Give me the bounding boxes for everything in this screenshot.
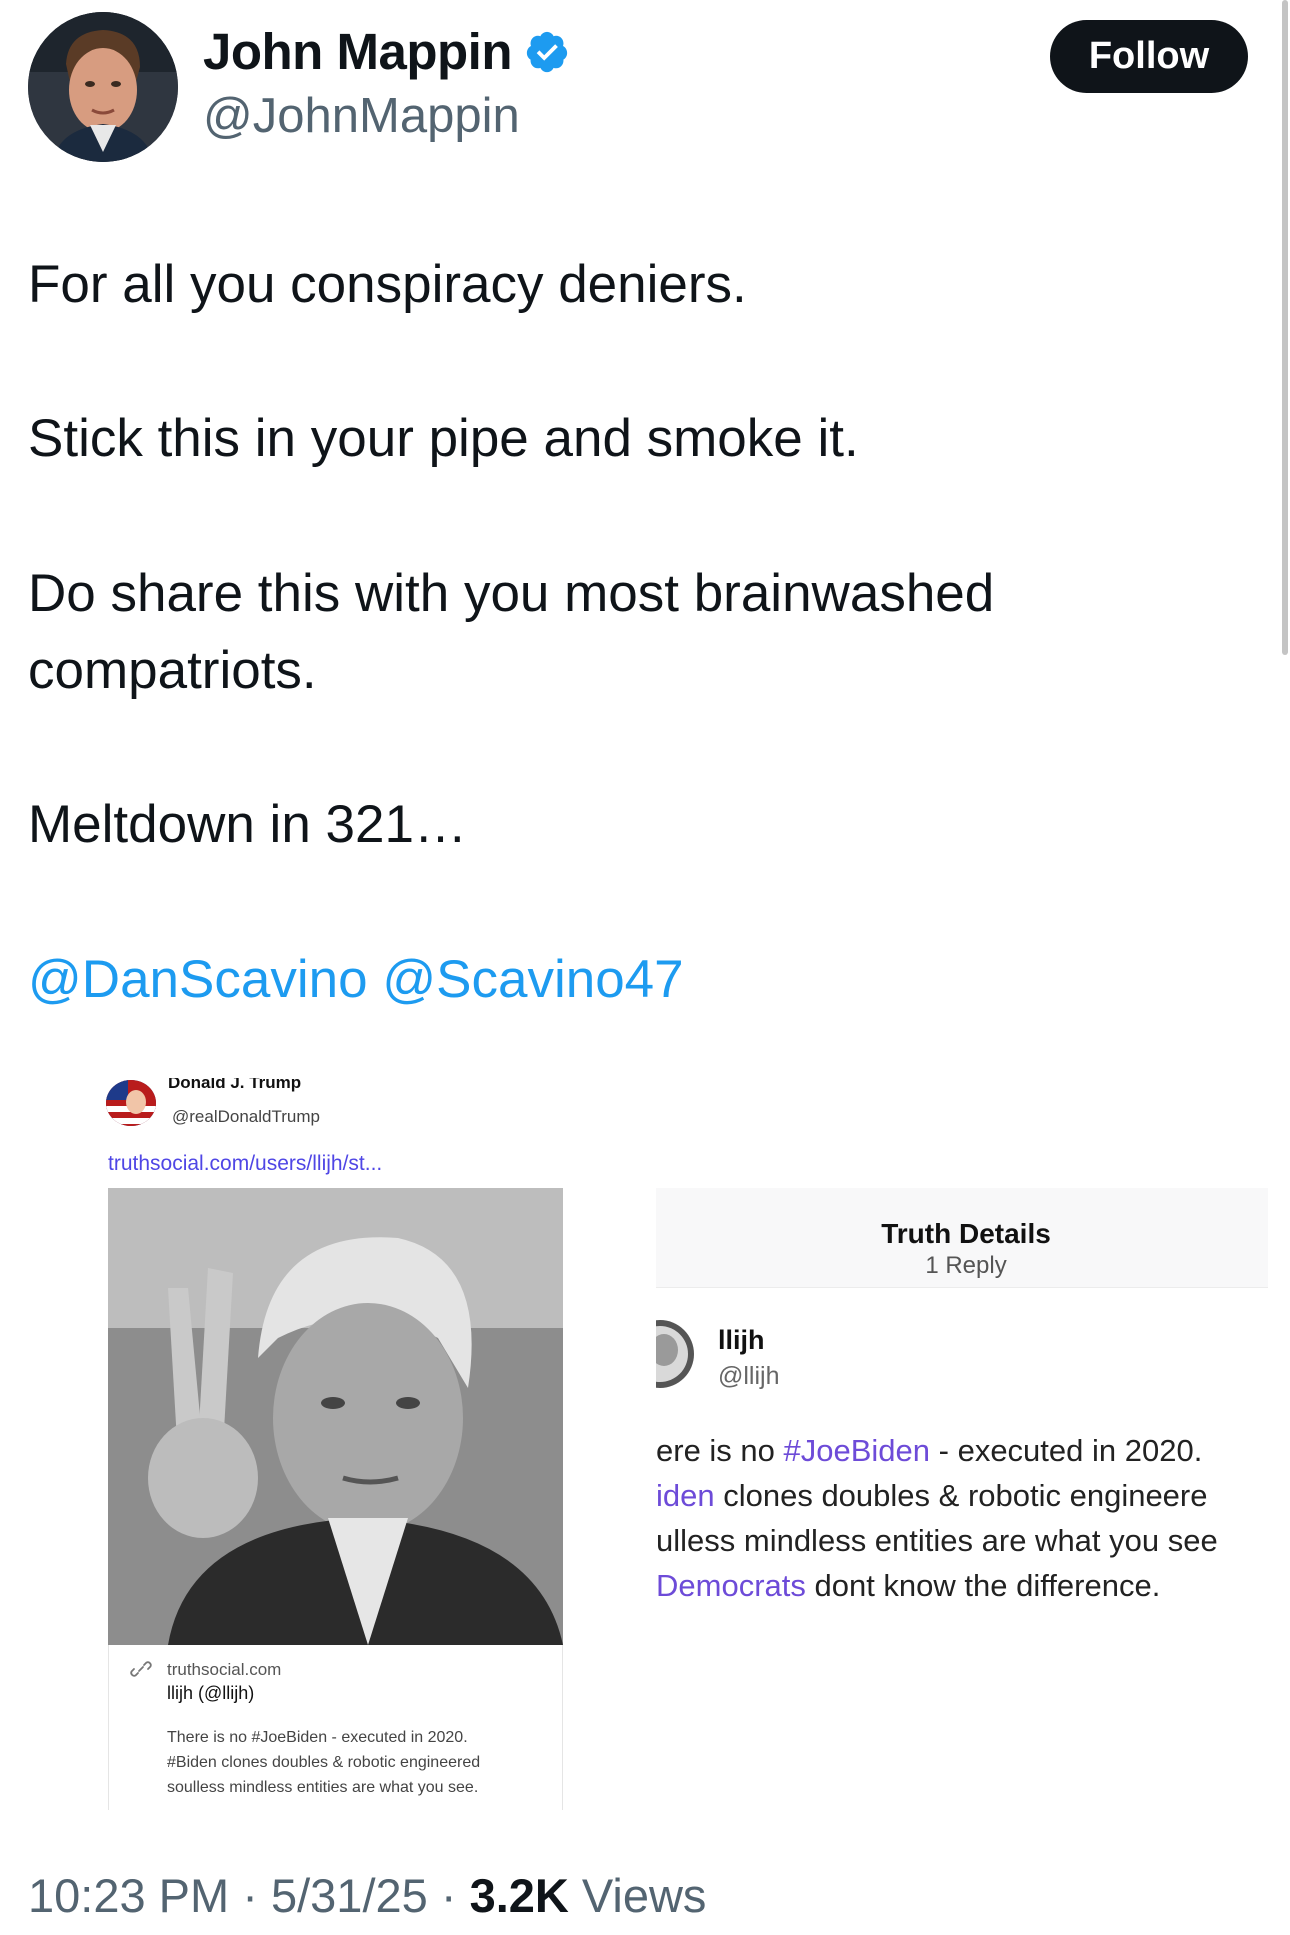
reply-text-line: iden clones doubles & robotic engineere — [656, 1478, 1208, 1513]
reply-text-line: ere is no #JoeBiden - executed in 2020. — [656, 1433, 1203, 1468]
tweet-text-line: Stick this in your pipe and smoke it. — [28, 409, 859, 468]
truth-avatar — [106, 1080, 156, 1126]
trump-photo — [108, 1188, 563, 1645]
views-label: Views — [568, 1869, 707, 1922]
tweet-text-line: compatriots. — [28, 641, 317, 700]
mention-link-danscavino[interactable]: @DanScavino — [28, 950, 368, 1009]
truth-author-name: Donald J. Trump — [168, 1078, 302, 1092]
mention-link-scavino47[interactable]: @Scavino47 — [382, 950, 683, 1009]
truth-details-header: Truth Details 1 Reply — [656, 1188, 1268, 1288]
verified-badge-icon — [526, 31, 568, 72]
reply-text: ere is no #JoeBiden - executed in 2020. … — [656, 1428, 1268, 1608]
scrollbar[interactable] — [1282, 0, 1288, 655]
card-description: There is no #JoeBiden - executed in 2020… — [167, 1725, 557, 1800]
author-avatar[interactable] — [28, 12, 178, 162]
follow-button[interactable]: Follow — [1050, 20, 1248, 93]
tweet-text-line: For all you conspiracy deniers. — [28, 255, 747, 314]
link-icon — [130, 1661, 152, 1677]
tweet-text-line: Meltdown in 321… — [28, 795, 467, 854]
card-desc-line: #Biden clones doubles & robotic engineer… — [167, 1754, 481, 1771]
card-desc-line: There is no #JoeBiden - executed in 2020… — [167, 1729, 468, 1746]
reply-avatar — [656, 1318, 694, 1390]
link-preview-card: truthsocial.com llijh (@llijh) There is … — [108, 1645, 563, 1810]
tweet-text-line: Do share this with you most brainwashed — [28, 564, 995, 623]
author-handle[interactable]: @JohnMappin — [203, 88, 520, 144]
author-name[interactable]: John Mappin — [203, 22, 512, 81]
reply-text-line: ulless mindless entities are what you se… — [656, 1523, 1218, 1558]
views-count: 3.2K — [469, 1869, 569, 1922]
truth-author-handle: @realDonaldTrump — [172, 1107, 320, 1126]
tweet-date[interactable]: 5/31/25 — [271, 1869, 428, 1922]
author-name-row: John Mappin — [203, 22, 570, 81]
card-desc-line: soulless mindless entities are what you … — [167, 1779, 479, 1796]
reply-text-line: Democrats dont know the difference. — [656, 1568, 1161, 1603]
tweet-time[interactable]: 10:23 PM — [28, 1869, 229, 1922]
card-title: llijh (@llijh) — [167, 1683, 255, 1703]
truth-details-title: Truth Details — [881, 1218, 1051, 1249]
tweet-media-image[interactable]: Donald J. Trump @realDonaldTrump truthso… — [28, 1040, 1268, 1810]
tweet-mentions: @DanScavino @Scavino47 — [28, 941, 684, 1019]
card-domain: truthsocial.com — [167, 1660, 282, 1679]
tweet-meta: 10:23 PM · 5/31/25 · 3.2K Views — [28, 1869, 707, 1922]
reply-author-handle: @llijh — [718, 1362, 780, 1390]
truth-link: truthsocial.com/users/llijh/st... — [108, 1152, 383, 1175]
reply-author-name: llijh — [718, 1325, 765, 1355]
truth-details-reply-count: 1 Reply — [925, 1252, 1007, 1279]
